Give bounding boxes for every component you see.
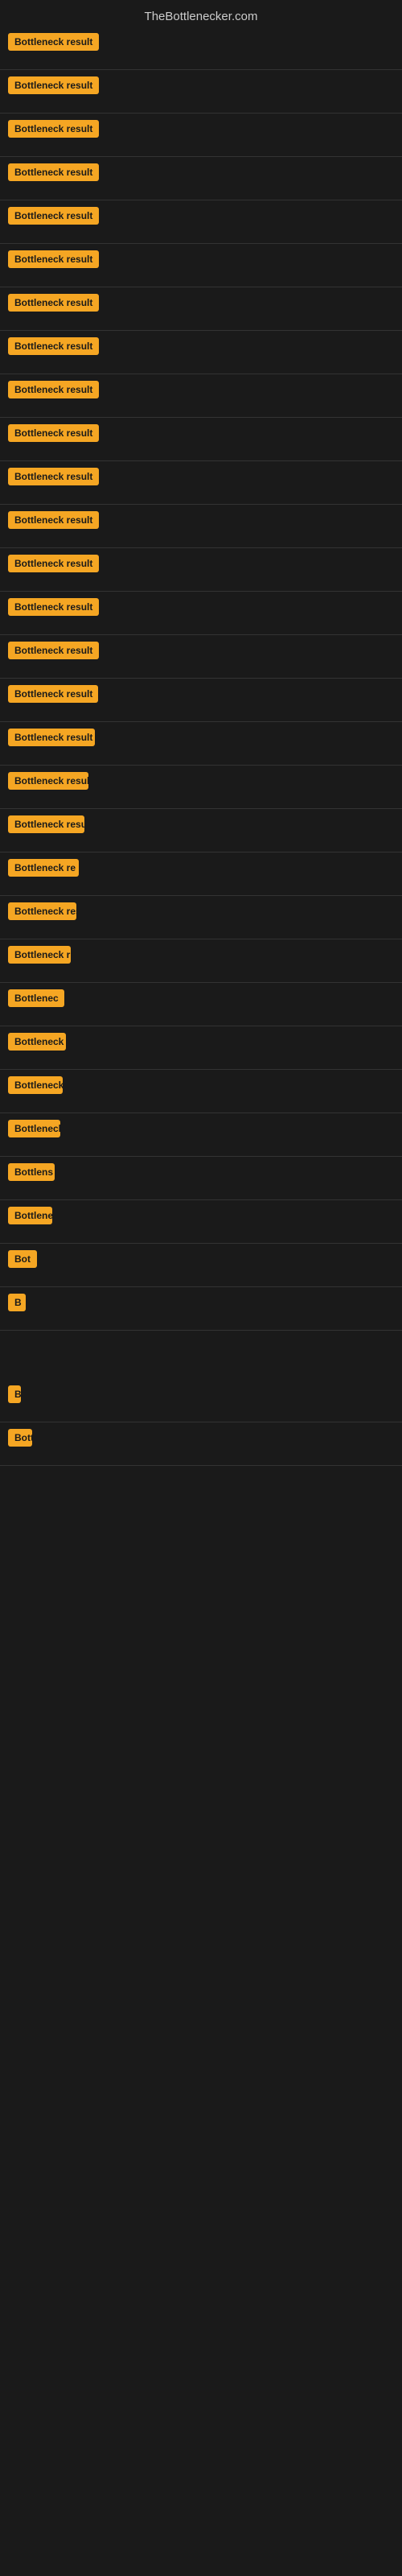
- divider: [0, 678, 402, 679]
- bottleneck-badge: Bottleneck re: [8, 1120, 60, 1137]
- list-item: Bottleneck re: [0, 1120, 402, 1141]
- divider: [0, 547, 402, 548]
- divider: [0, 330, 402, 331]
- bottleneck-badge: Bottlens: [8, 1163, 55, 1181]
- list-item: Bottleneck result: [0, 815, 402, 837]
- divider: [0, 1156, 402, 1157]
- list-item: B: [0, 1294, 402, 1315]
- list-item: Bottleneck result: [0, 555, 402, 576]
- bottleneck-badge: Bottleneck result: [8, 642, 99, 659]
- bottleneck-badge: Bottleneck r: [8, 1033, 66, 1051]
- bottleneck-badge: Bottleneck result: [8, 250, 99, 268]
- list-item: Bottleneck result: [0, 598, 402, 620]
- list-item: Bottleneck result: [0, 642, 402, 663]
- divider: [0, 460, 402, 461]
- bottleneck-badge: B: [8, 1385, 21, 1403]
- spacer: [0, 1337, 402, 1385]
- list-item: Bottleneck result: [0, 729, 402, 750]
- list-item: Bottleneck result: [0, 337, 402, 359]
- bottleneck-badge: Bottleneck result: [8, 120, 99, 138]
- bottleneck-badge: Bottleneck result: [8, 207, 99, 225]
- divider: [0, 1465, 402, 1466]
- bottleneck-badge: Bottleneck result: [8, 424, 99, 442]
- bottleneck-badge: Bottleneck r: [8, 946, 71, 964]
- list-item: Bottleneck result: [0, 163, 402, 185]
- bottleneck-badge: Bottleneck result: [8, 729, 95, 746]
- divider: [0, 1330, 402, 1331]
- page-container: TheBottlenecker.com Bottleneck resultBot…: [0, 0, 402, 1476]
- divider: [0, 591, 402, 592]
- divider: [0, 113, 402, 114]
- divider: [0, 721, 402, 722]
- list-item: Bottleneck result: [0, 772, 402, 794]
- bottleneck-badge: Bottleneck result: [8, 772, 88, 790]
- bottleneck-badge: Bottleneck result: [8, 815, 84, 833]
- bottleneck-badge: Bottleneck result: [8, 163, 99, 181]
- divider: [0, 982, 402, 983]
- divider: [0, 156, 402, 157]
- list-item: Bottleneck result: [0, 685, 402, 707]
- list-item: Bottleneck: [0, 1207, 402, 1228]
- list-item: Bottleneck result: [0, 250, 402, 272]
- site-header: TheBottlenecker.com: [0, 3, 402, 33]
- divider: [0, 1199, 402, 1200]
- list-item: Bottleneck result: [0, 207, 402, 229]
- bottleneck-badge: Bot: [8, 1250, 37, 1268]
- bottleneck-badge: Bottleneck re: [8, 859, 79, 877]
- list-item: Bottleneck: [0, 1076, 402, 1098]
- bottleneck-badge: Bottleneck: [8, 1076, 63, 1094]
- divider: [0, 895, 402, 896]
- list-item: Bottleneck result: [0, 902, 402, 924]
- bottleneck-list: Bottleneck result Bottleneck result Bottle…: [0, 33, 402, 1466]
- divider: [0, 634, 402, 635]
- bottleneck-badge: Bottleneck: [8, 1207, 52, 1224]
- bottleneck-badge: Bottleneck result: [8, 468, 99, 485]
- bottleneck-badge: Bottleneck result: [8, 555, 99, 572]
- bottleneck-badge: Bottleneck result: [8, 685, 98, 703]
- list-item: Bottleneck result: [0, 468, 402, 489]
- bottleneck-badge: Bottlenec: [8, 989, 64, 1007]
- divider: [0, 417, 402, 418]
- bottleneck-badge: Bottleneck result: [8, 76, 99, 94]
- bottleneck-badge: B: [8, 1294, 26, 1311]
- list-item: Bottlenec: [0, 989, 402, 1011]
- bottleneck-badge: Bottleneck result: [8, 381, 99, 398]
- list-item: Bottleneck result: [0, 511, 402, 533]
- bottleneck-badge: Bottleneck result: [8, 294, 99, 312]
- list-item: Bottleneck result: [0, 76, 402, 98]
- divider: [0, 1069, 402, 1070]
- list-item: Bottleneck result: [0, 33, 402, 55]
- list-item: Bottleneck result: [0, 381, 402, 402]
- bottleneck-badge: Bottleneck result: [8, 902, 76, 920]
- list-item: Bottleneck result: [0, 294, 402, 316]
- divider: [0, 504, 402, 505]
- site-title: TheBottlenecker.com: [145, 10, 258, 23]
- list-item: Bott: [0, 1429, 402, 1451]
- list-item: Bottleneck result: [0, 120, 402, 142]
- divider: [0, 1286, 402, 1287]
- list-item: B: [0, 1385, 402, 1407]
- divider: [0, 1243, 402, 1244]
- divider: [0, 243, 402, 244]
- list-item: Bottleneck result: [0, 424, 402, 446]
- divider: [0, 69, 402, 70]
- list-item: Bot: [0, 1250, 402, 1272]
- bottleneck-badge: Bottleneck result: [8, 33, 99, 51]
- divider: [0, 765, 402, 766]
- bottleneck-badge: Bottleneck result: [8, 598, 99, 616]
- divider: [0, 808, 402, 809]
- list-item: Bottleneck r: [0, 946, 402, 968]
- list-item: Bottleneck r: [0, 1033, 402, 1055]
- bottleneck-badge: Bottleneck result: [8, 511, 99, 529]
- bottleneck-badge: Bottleneck result: [8, 337, 99, 355]
- list-item: Bottleneck re: [0, 859, 402, 881]
- bottleneck-badge: Bott: [8, 1429, 32, 1447]
- list-item: Bottlens: [0, 1163, 402, 1185]
